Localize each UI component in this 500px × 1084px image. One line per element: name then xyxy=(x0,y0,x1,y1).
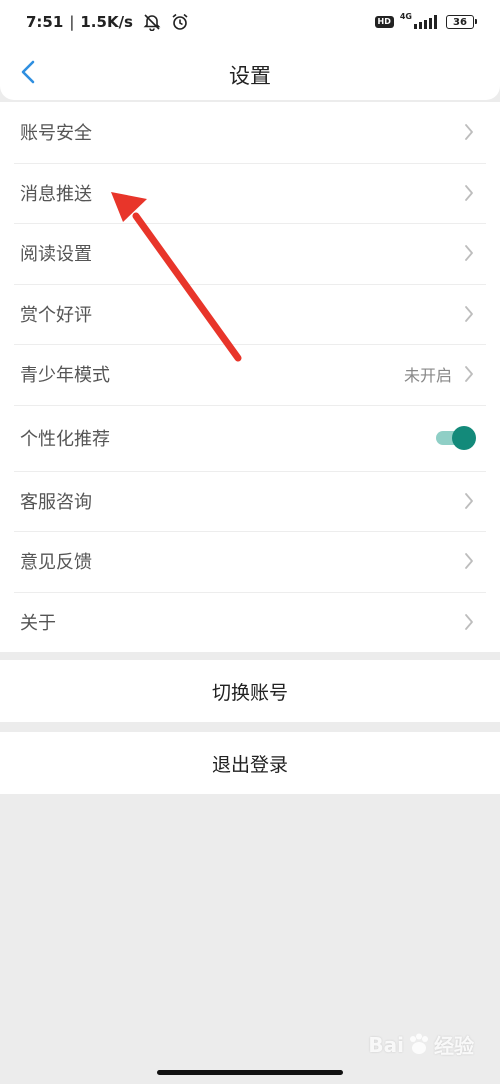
settings-list: 账号安全 消息推送 阅读设置 赏个好评 青少年模式 未开启 个性化推荐 客服咨询… xyxy=(0,102,500,652)
settings-item-about[interactable]: 关于 xyxy=(0,591,500,653)
row-right xyxy=(462,123,480,141)
settings-item-label: 客服咨询 xyxy=(20,491,92,513)
row-right xyxy=(436,425,480,450)
switch-account-button[interactable]: 切换账号 xyxy=(0,660,500,722)
battery-icon: 36 xyxy=(446,15,477,29)
row-right xyxy=(462,552,480,570)
status-left: 7:51 | 1.5K/s xyxy=(26,13,189,31)
settings-item-label: 关于 xyxy=(20,612,56,634)
row-right: 未开启 xyxy=(404,362,480,386)
settings-item-personalized-recommendation: 个性化推荐 xyxy=(0,404,500,471)
watermark-text-2: 经验 xyxy=(434,1034,474,1058)
settings-item-label: 青少年模式 xyxy=(20,365,110,387)
settings-item-label: 个性化推荐 xyxy=(20,428,110,450)
hd-badge: HD xyxy=(374,16,394,28)
settings-item-teen-mode[interactable]: 青少年模式 未开启 xyxy=(0,344,500,405)
settings-item-label: 账号安全 xyxy=(20,123,92,145)
row-right xyxy=(462,305,480,323)
chevron-right-icon xyxy=(462,365,476,383)
status-right: HD 4G 36 xyxy=(374,11,477,29)
row-right xyxy=(462,613,480,631)
settings-item-reading-settings[interactable]: 阅读设置 xyxy=(0,223,500,284)
status-time: 7:51 xyxy=(26,13,64,31)
bell-off-icon xyxy=(143,13,161,31)
teen-mode-status: 未开启 xyxy=(403,366,452,386)
toggle-knob xyxy=(452,425,476,450)
chevron-right-icon xyxy=(462,244,476,262)
settings-item-customer-service[interactable]: 客服咨询 xyxy=(0,470,500,532)
settings-item-label: 赏个好评 xyxy=(20,304,92,326)
row-right xyxy=(462,492,480,510)
signal-icon xyxy=(414,15,440,29)
status-bar: 7:51 | 1.5K/s HD 4G 36 xyxy=(0,0,500,44)
settings-item-label: 消息推送 xyxy=(20,183,92,205)
personalized-recommendation-toggle[interactable] xyxy=(436,425,476,450)
logout-button[interactable]: 退出登录 xyxy=(0,732,500,794)
network-type: 4G xyxy=(399,11,412,21)
chevron-right-icon xyxy=(462,184,476,202)
settings-item-account-security[interactable]: 账号安全 xyxy=(0,102,500,163)
chevron-right-icon xyxy=(462,613,476,631)
status-net-speed: 1.5K/s xyxy=(80,13,133,31)
settings-item-label: 阅读设置 xyxy=(20,244,92,266)
chevron-right-icon xyxy=(462,492,476,510)
settings-item-feedback[interactable]: 意见反馈 xyxy=(0,531,500,592)
row-right xyxy=(462,244,480,262)
paw-logo-icon xyxy=(406,1033,432,1057)
settings-item-label: 意见反馈 xyxy=(20,552,92,574)
chevron-right-icon xyxy=(462,552,476,570)
alarm-clock-icon xyxy=(171,13,189,31)
home-indicator[interactable] xyxy=(157,1070,343,1075)
settings-item-message-push[interactable]: 消息推送 xyxy=(0,162,500,224)
page-title: 设置 xyxy=(229,64,271,88)
row-right xyxy=(462,184,480,202)
status-separator: | xyxy=(69,13,75,31)
chevron-right-icon xyxy=(462,123,476,141)
battery-level: 36 xyxy=(453,16,467,28)
settings-item-rate-app[interactable]: 赏个好评 xyxy=(0,283,500,345)
nav-bar: 设置 xyxy=(0,44,500,100)
chevron-right-icon xyxy=(462,305,476,323)
watermark-text: Bai xyxy=(368,1032,404,1057)
baidu-watermark: Bai 经验 xyxy=(368,1030,474,1059)
